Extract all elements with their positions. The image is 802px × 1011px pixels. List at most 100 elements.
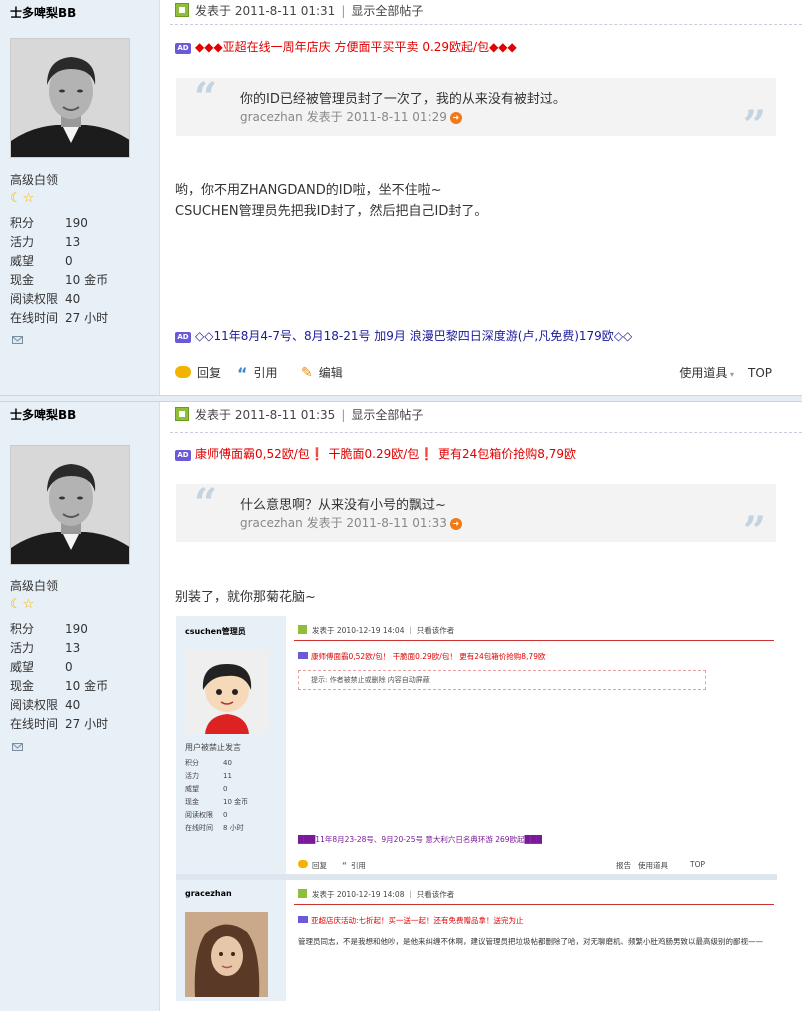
goto-quoted-post-icon[interactable]: ➜ [449,112,462,124]
ad-link-bottom[interactable]: AD ◇◇11年8月4-7号、8月18-21号 加9月 浪漫巴黎四日深度游(卢,凡… [175,328,632,344]
embed-reply: 回复 [298,860,327,871]
stat-value: 27 小时 [65,311,109,325]
avatar[interactable] [10,445,130,565]
quote-block: “ 你的ID已经被管理员封了一次了，我的从来没有被封过。 gracezhan 发… [176,74,776,146]
quote-author: gracezhan 发表于 2011-8-11 01:33 ➜ [240,514,462,531]
post-icon [175,407,189,421]
rank-stars: ☾☆ [10,191,36,206]
user-rank: 高级白领 [10,173,59,187]
use-tools-dropdown[interactable]: 使用道具 [679,364,734,384]
message-icon[interactable] [12,335,23,345]
embed-report: 报告 [616,861,631,870]
rank-stars: ☾☆ [10,597,36,612]
user-stats: 积分 190 活力 13 威望 0 现金 10 金币 阅读权限 40 在线时间 27 小时 [10,620,108,734]
embed-stat-value: 0 [223,785,228,793]
stat-value: 190 [65,216,88,230]
stat-value: 40 [65,698,81,712]
back-to-top-link[interactable]: TOP [748,364,772,382]
quote-author: gracezhan 发表于 2011-8-11 01:29 ➜ [240,108,462,125]
stat-row: 积分 190 [10,214,108,233]
message-line: 哟，你不用ZHANGDAND的ID啦，坐不住啦~ [175,183,442,198]
stat-value: 0 [65,254,73,268]
embed-stat-row: 活力 11 [185,770,248,783]
ad-badge-icon: AD [175,450,191,461]
ad-link-top[interactable]: AD ◆◆◆亚超在线一周年店庆 方便面平买平卖 0.29欧起/包◆◆◆ [175,39,517,55]
quote-button[interactable]: “ 引用 [237,364,278,383]
embed-stat-row: 阅读权限 0 [185,809,248,822]
embed-post-meta: 发表于 2010-12-19 14:08 ｜ 只看该作者 [298,889,454,900]
embed-avatar [185,912,268,997]
embed-stat-value: 8 小时 [223,824,244,832]
stat-row: 积分 190 [10,620,108,639]
quote-text: 什么意思啊？从来没有小号的飘过~ [240,498,446,513]
ad-text: ◆◆◆亚超在线一周年店庆 方便面平买平卖 0.29欧起/包◆◆◆ [195,40,517,54]
stat-label: 现金 [10,273,35,287]
cartoon-avatar-icon [185,650,269,734]
embed-author-name: gracezhan [185,889,232,898]
stat-row: 阅读权限 40 [10,696,108,715]
embed-quote-icon: “ [342,861,347,870]
reply-button[interactable]: 回复 [175,364,221,382]
embed-top: TOP [690,860,706,869]
embed-post-time: 发表于 2010-12-19 14:04 ｜ 只看该作者 [312,626,455,635]
embed-post-meta: 发表于 2010-12-19 14:04 ｜ 只看该作者 [298,625,454,636]
stat-value: 13 [65,235,81,249]
embed-stat-label: 积分 [185,759,199,767]
user-stats: 积分 190 活力 13 威望 0 现金 10 金币 阅读权限 40 在线时间 27 小时 [10,214,108,328]
goto-quoted-post-icon[interactable]: ➜ [449,518,462,530]
embed-stat-value: 10 金币 [223,798,249,806]
stat-label: 阅读权限 [10,292,59,306]
embed-stat-label: 威望 [185,785,199,793]
divider [170,432,802,433]
attached-screenshot[interactable]: csuchen管理员 用户被禁止发言 积分 40 活力 11 威望 0 现金 10 金币… [176,616,777,1001]
quote-label: 引用 [253,366,278,380]
stat-label: 积分 [10,216,35,230]
avatar[interactable] [10,38,130,158]
stat-label: 在线时间 [10,717,59,731]
stat-row: 威望 0 [10,658,108,677]
stat-row: 活力 13 [10,233,108,252]
show-all-posts-link[interactable]: 显示全部帖子 [351,4,423,18]
post-meta: 发表于 2011-8-11 01:31 | 显示全部帖子 [175,2,423,20]
stat-value: 190 [65,622,88,636]
ad-badge-icon: AD [175,332,191,343]
embed-stat-label: 现金 [185,798,199,806]
stat-label: 威望 [10,660,35,674]
embed-message: 管理员同志，不是我想和他吵，是他来纠缠不休啊，建议管理员把垃圾帖都删除了哈，对无… [298,937,763,946]
author-name[interactable]: 士多啤梨BB [10,406,76,423]
embed-ad-badge-icon [298,916,308,923]
ad-link-top[interactable]: AD 康师傅面霸0,52欧/包❗ 干脆面0.29欧/包❗ 更有24包箱价抢购8,7… [175,446,576,462]
reply-label: 回复 [197,366,222,380]
post-time: 发表于 2011-8-11 01:35 [195,408,336,422]
show-all-posts-link[interactable]: 显示全部帖子 [351,408,423,422]
embed-reply-icon [298,860,308,868]
quote-open-icon: “ [194,74,218,121]
edit-button[interactable]: ✎ 编辑 [301,364,343,382]
message-icon[interactable] [12,742,23,752]
pencil-icon: ✎ [301,365,313,381]
embed-stat-value: 0 [223,811,228,819]
post-separator [0,395,802,402]
quote-close-icon: ” [742,102,766,149]
stat-row: 现金 10 金币 [10,677,108,696]
embed-stat-value: 11 [223,772,232,780]
embed-quote-label: 引用 [350,861,366,870]
stat-row: 现金 10 金币 [10,271,108,290]
embed-ad-text: 亚超店庆活动:七折起！买一送一起！还有免费赠品拿！送完为止 [298,915,524,926]
embed-post-separator [176,874,777,880]
embed-ad-bottom: ███11年8月23-28号、9月20-25号 意大利六日名典环游 269欧起█… [298,835,542,844]
embed-stat-row: 在线时间 8 小时 [185,822,248,835]
avatar-image [11,446,129,564]
stat-value: 13 [65,641,81,655]
post-meta: 发表于 2011-8-11 01:35 | 显示全部帖子 [175,406,423,424]
quote-close-icon: ” [742,508,766,555]
embed-tools: 使用道具 [638,861,668,870]
divider [170,24,802,25]
author-name[interactable]: 士多啤梨BB [10,4,76,21]
embed-divider [294,904,774,905]
embed-stat-value: 40 [223,759,232,767]
quote-icon: “ [237,364,248,383]
edit-label: 编辑 [318,366,343,380]
embed-stat-row: 威望 0 [185,783,248,796]
post-message: 哟，你不用ZHANGDAND的ID啦，坐不住啦~ CSUCHEN管理员先把我ID… [175,180,487,222]
